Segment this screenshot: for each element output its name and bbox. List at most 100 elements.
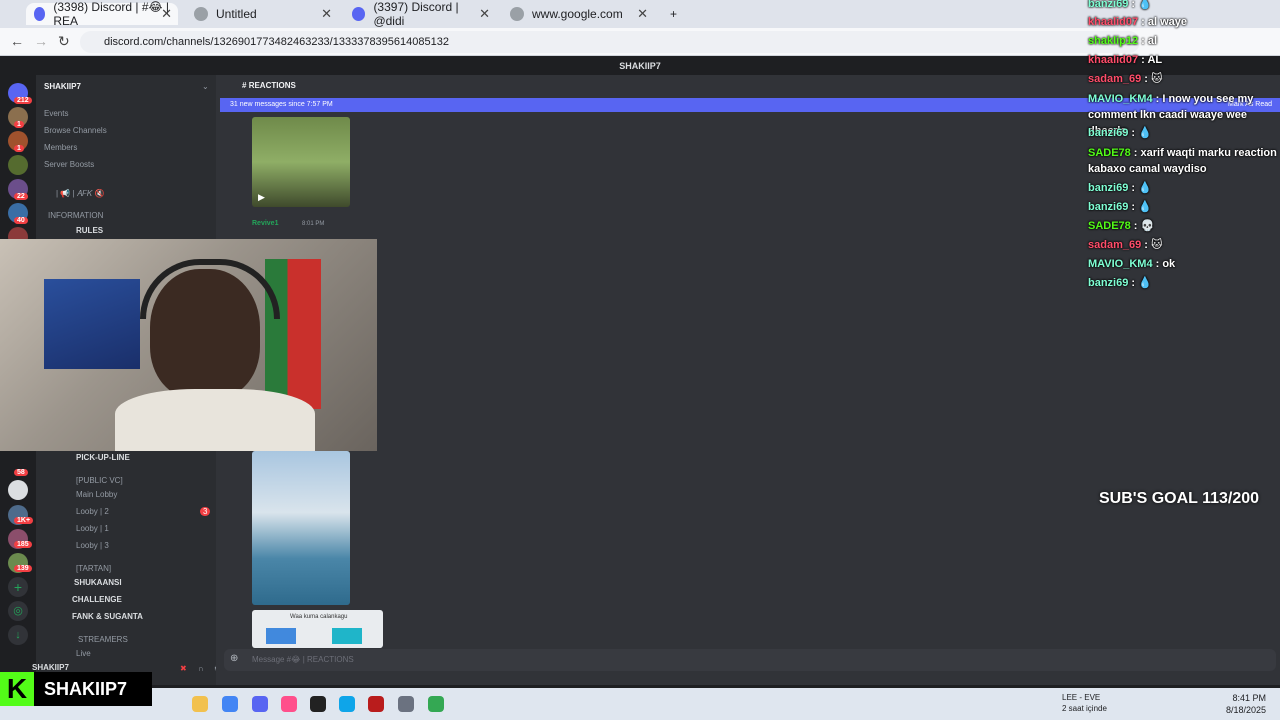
chat-username: shaklip12 bbox=[1088, 35, 1139, 47]
folder-icon[interactable] bbox=[192, 696, 208, 712]
server-name[interactable]: SHAKIIP7 bbox=[44, 82, 81, 91]
discord-icon[interactable] bbox=[252, 696, 268, 712]
add-server-icon[interactable]: + bbox=[8, 577, 28, 597]
sub-goal-text: SUB'S GOAL 113/200 bbox=[1099, 490, 1260, 507]
server-badge: 1 bbox=[14, 121, 24, 128]
tab-google[interactable]: www.google.com ✕ bbox=[502, 3, 654, 25]
webcam-overlay bbox=[0, 239, 377, 451]
video-thumbnail[interactable] bbox=[252, 117, 350, 207]
server-icon[interactable] bbox=[8, 155, 28, 175]
chat-text: 💧 bbox=[1138, 0, 1152, 10]
voice-channel-main-lobby[interactable]: Main Lobby bbox=[76, 490, 117, 499]
channel-rules[interactable]: RULES bbox=[76, 226, 103, 235]
chat-username: SADE78 bbox=[1088, 147, 1131, 159]
message-timestamp: 8:01 PM bbox=[302, 221, 325, 227]
chat-username: banzi69 bbox=[1088, 0, 1129, 10]
channel-live[interactable]: Live bbox=[76, 649, 91, 658]
server-badge: 22 bbox=[14, 193, 28, 200]
tab-discord-reactions[interactable]: (3398) Discord | #😂 | REA ✕ bbox=[26, 0, 178, 28]
chat-username: banzi69 bbox=[1088, 201, 1129, 213]
reload-icon[interactable]: ↻ bbox=[58, 33, 70, 50]
app-icon[interactable] bbox=[368, 696, 384, 712]
compass-icon[interactable]: ◎ bbox=[8, 601, 28, 621]
user-name[interactable]: SHAKIIP7 bbox=[32, 663, 69, 672]
weather-title: LEE - EVE bbox=[1062, 693, 1101, 702]
music-icon[interactable] bbox=[281, 696, 297, 712]
stream-chat-overlay: banzi69: 💧 khaalid07: al waye shaklip12:… bbox=[1088, 0, 1277, 289]
flag-image bbox=[332, 628, 362, 644]
sidebar-item-members[interactable]: Members bbox=[44, 143, 77, 152]
back-arrow-icon[interactable]: ← bbox=[10, 33, 24, 49]
server-icon[interactable] bbox=[8, 480, 28, 500]
chat-username: banzi69 bbox=[1088, 127, 1129, 139]
voice-channel-looby-2[interactable]: Looby | 2 bbox=[76, 507, 109, 516]
chat-text: 💀 bbox=[1140, 220, 1155, 232]
chrome-icon[interactable] bbox=[428, 696, 444, 712]
url-field[interactable]: discord.com/channels/1326901773482463233… bbox=[80, 31, 1140, 53]
weather-subtitle: 2 saat içinde bbox=[1062, 704, 1107, 713]
chat-username: sadam_69 bbox=[1088, 239, 1142, 251]
chat-text: ok bbox=[1162, 258, 1176, 270]
add-attachment-icon[interactable]: ⊕ bbox=[230, 653, 238, 664]
chat-text: al waye bbox=[1147, 16, 1188, 28]
discord-favicon-icon bbox=[34, 7, 46, 21]
category-streamers[interactable]: STREAMERS bbox=[78, 635, 128, 644]
kick-logo-icon: K bbox=[0, 672, 34, 706]
flag-image bbox=[265, 259, 321, 409]
server-badge: 212 bbox=[14, 97, 32, 104]
chat-username: banzi69 bbox=[1088, 277, 1129, 289]
globe-icon bbox=[194, 7, 208, 21]
play-icon[interactable]: ▶ bbox=[258, 192, 265, 203]
server-badge: 58 bbox=[14, 469, 28, 476]
message-author[interactable]: Revive1 bbox=[252, 220, 278, 227]
channel-challenge[interactable]: CHALLENGE bbox=[72, 595, 122, 604]
forward-arrow-icon[interactable]: → bbox=[34, 33, 48, 49]
chat-text: 🐱 bbox=[1150, 73, 1163, 85]
server-badge: 185 bbox=[14, 541, 32, 548]
sidebar-item-server-boosts[interactable]: Server Boosts bbox=[44, 160, 94, 169]
chevron-down-icon[interactable]: ⌄ bbox=[202, 82, 209, 91]
chat-username: MAVIO_KM4 bbox=[1088, 93, 1153, 105]
chrome-icon[interactable] bbox=[222, 696, 238, 712]
category-tartan[interactable]: [TARTAN] bbox=[76, 564, 111, 573]
boat-video-thumbnail[interactable] bbox=[252, 451, 350, 605]
obs-icon[interactable] bbox=[310, 696, 326, 712]
streamer-logo: K SHAKIIP7 bbox=[0, 672, 152, 706]
chat-text: 💧 bbox=[1138, 182, 1152, 194]
channel-title: REACTIONS bbox=[248, 81, 296, 90]
new-messages-text: 31 new messages since 7:57 PM bbox=[230, 101, 333, 108]
unread-badge: 3 bbox=[200, 507, 211, 516]
weather-widget[interactable]: LEE - EVE 2 saat içinde bbox=[1062, 692, 1107, 714]
discord-favicon-icon bbox=[352, 7, 366, 21]
edge-icon[interactable] bbox=[339, 696, 355, 712]
media-caption: Waa kuma calankagu bbox=[290, 614, 348, 620]
close-icon[interactable]: ✕ bbox=[637, 6, 648, 22]
download-icon[interactable]: ↓ bbox=[8, 625, 28, 645]
channel-shukaansi[interactable]: SHUKAANSI bbox=[74, 578, 122, 587]
message-input[interactable]: Message #😂 | REACTIONS bbox=[224, 649, 1276, 671]
sidebar-item-browse-channels[interactable]: Browse Channels bbox=[44, 126, 107, 135]
tab-title: (3397) Discord | @didi bbox=[373, 0, 459, 28]
tab-untitled[interactable]: Untitled ✕ bbox=[186, 3, 338, 25]
category-public-vc[interactable]: [PUBLIC VC] bbox=[76, 476, 123, 485]
tab-discord-didi[interactable]: (3397) Discord | @didi ✕ bbox=[344, 0, 496, 28]
close-icon[interactable]: ✕ bbox=[161, 6, 172, 22]
category-information[interactable]: INFORMATION bbox=[48, 211, 103, 220]
close-icon[interactable]: ✕ bbox=[321, 6, 332, 22]
channel-fank-suganta[interactable]: FANK & SUGANTA bbox=[72, 612, 143, 621]
chat-username: MAVIO_KM4 bbox=[1088, 258, 1153, 270]
system-clock[interactable]: 8:41 PM 8/18/2025 bbox=[1226, 692, 1266, 716]
channel-afk[interactable]: | 📢 | 𝐴𝐹𝐾 🔇 bbox=[56, 189, 104, 199]
new-tab-button[interactable]: + bbox=[662, 3, 685, 25]
headphones-icon[interactable]: ∩ bbox=[198, 664, 204, 673]
voice-channel-looby-3[interactable]: Looby | 3 bbox=[76, 541, 109, 550]
muted-microphone-icon[interactable]: ✖ bbox=[180, 664, 187, 673]
voice-channel-looby-1[interactable]: Looby | 1 bbox=[76, 524, 109, 533]
person-shirt bbox=[115, 389, 315, 451]
close-icon[interactable]: ✕ bbox=[479, 6, 490, 22]
settings-icon[interactable] bbox=[398, 696, 414, 712]
image-attachment[interactable]: Waa kuma calankagu bbox=[252, 610, 383, 648]
channel-pick-up-line[interactable]: PICK-UP-LINE bbox=[76, 453, 130, 462]
tab-title: Untitled bbox=[216, 7, 257, 21]
sidebar-item-events[interactable]: Events bbox=[44, 109, 68, 118]
